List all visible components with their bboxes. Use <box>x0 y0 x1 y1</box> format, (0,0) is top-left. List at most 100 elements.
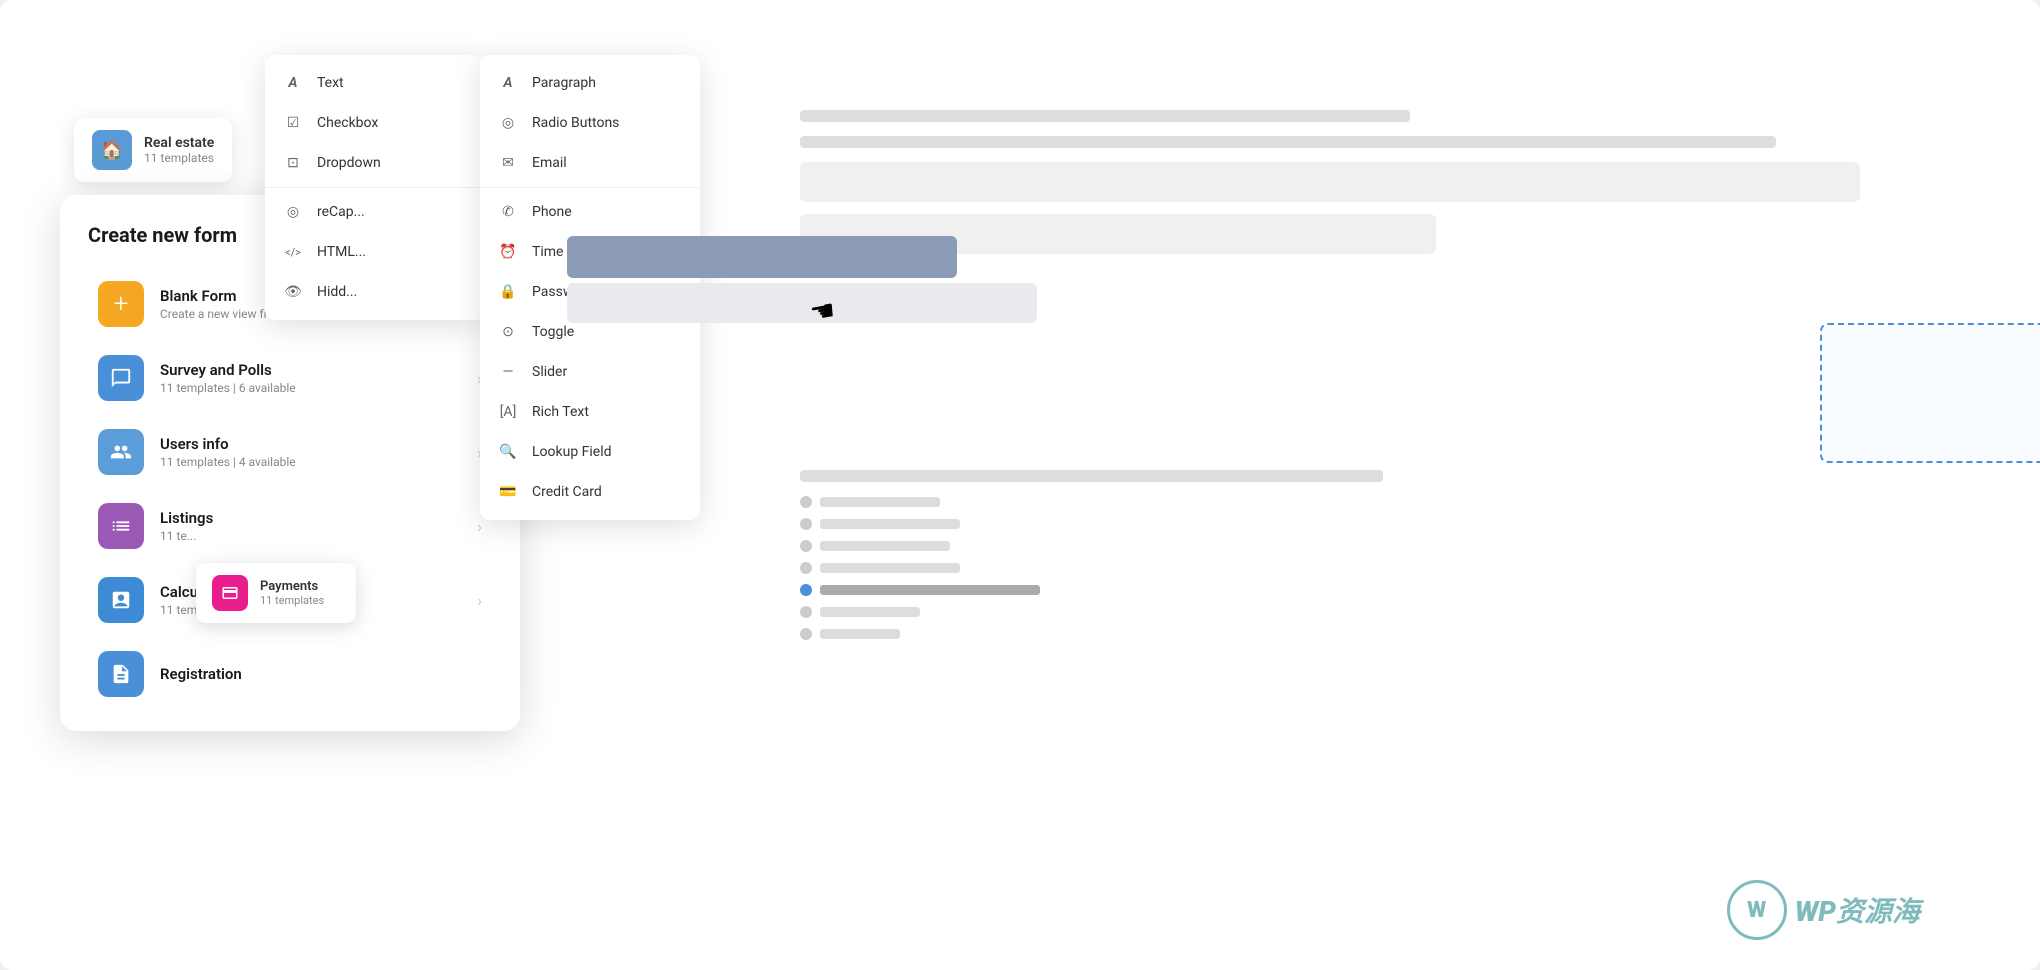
radio-dot-6 <box>800 606 812 618</box>
template-item-survey[interactable]: Survey and Polls 11 templates | 6 availa… <box>70 341 510 415</box>
dropdown-item-phone[interactable]: ✆ Phone <box>480 192 700 232</box>
radio-line-3 <box>820 541 950 551</box>
dropdown-item-hidden[interactable]: 👁 Hidd... <box>265 272 485 312</box>
registration-name: Registration <box>160 665 242 683</box>
email-icon: ✉ <box>498 153 518 173</box>
password-icon: 🔒 <box>498 282 518 302</box>
payments-icon <box>212 575 248 611</box>
users-icon <box>98 429 144 475</box>
listings-icon <box>98 503 144 549</box>
registration-icon <box>98 651 144 697</box>
payments-text: Payments 11 templates <box>260 579 324 607</box>
wp-watermark: W WP资源海 <box>1727 880 1920 940</box>
listings-arrow: › <box>477 517 482 536</box>
listings-meta: 11 te... <box>160 529 213 543</box>
creditcard-icon: 💳 <box>498 482 518 502</box>
hidden-label: Hidd... <box>317 284 357 300</box>
paragraph-icon: A <box>498 73 518 93</box>
payments-card[interactable]: Payments 11 templates <box>196 563 356 623</box>
dropdown-item-lookup[interactable]: 🔍 Lookup Field <box>480 432 700 472</box>
real-estate-icon: 🏠 <box>92 130 132 170</box>
wp-brand: WP资源海 <box>1795 890 1920 930</box>
toggle-label: Toggle <box>532 324 574 340</box>
time-icon: ⏰ <box>498 242 518 262</box>
users-meta: 11 templates | 4 available <box>160 455 296 469</box>
drop-area <box>1820 323 2040 463</box>
payments-title: Payments <box>260 579 324 594</box>
dropdown-icon: ⊡ <box>283 153 303 173</box>
template-item-listings[interactable]: Listings 11 te... › <box>70 489 510 563</box>
radio-item-5 <box>800 584 1860 596</box>
radio-dot-1 <box>800 496 812 508</box>
dropdown-item-radio[interactable]: ◎ Radio Buttons <box>480 103 700 143</box>
survey-icon <box>98 355 144 401</box>
radio-dot-2 <box>800 518 812 530</box>
divider-1 <box>265 187 485 188</box>
survey-info: Survey and Polls 11 templates | 6 availa… <box>160 361 296 395</box>
form-preview-area <box>720 90 1940 920</box>
template-item-registration[interactable]: Registration <box>70 637 510 711</box>
text-label: Text <box>317 75 344 91</box>
radio-item-3 <box>800 540 1860 552</box>
template-item-users[interactable]: Users info 11 templates | 4 available › <box>70 415 510 489</box>
dropdown-item-html[interactable]: </> HTML... <box>265 232 485 272</box>
left-dropdown-menu: A Text ☑ Checkbox ⊡ Dropdown ◎ reCap... … <box>265 55 485 320</box>
dropdown-item-paragraph[interactable]: A Paragraph <box>480 63 700 103</box>
dropdown-item-dropdown[interactable]: ⊡ Dropdown <box>265 143 485 183</box>
radio-item-4 <box>800 562 1860 574</box>
radio-line-1 <box>820 497 940 507</box>
users-name: Users info <box>160 435 296 453</box>
listings-info: Listings 11 te... <box>160 509 213 543</box>
real-estate-subtitle: 11 templates <box>144 151 214 165</box>
divider-2 <box>480 187 700 188</box>
radio-dot-active <box>800 584 812 596</box>
radio-label: Radio Buttons <box>532 115 619 131</box>
hidden-icon: 👁 <box>283 282 303 302</box>
recaptcha-icon: ◎ <box>283 202 303 222</box>
real-estate-title: Real estate <box>144 135 214 151</box>
radio-line-4 <box>820 563 960 573</box>
dropdown-item-text[interactable]: A Text <box>265 63 485 103</box>
wp-circle: W <box>1727 880 1787 940</box>
listings-name: Listings <box>160 509 213 527</box>
radio-group <box>800 470 1860 650</box>
phone-label: Phone <box>532 204 572 220</box>
blue-button-overlay <box>567 236 957 278</box>
checkbox-label: Checkbox <box>317 115 378 131</box>
dropdown-item-email[interactable]: ✉ Email <box>480 143 700 183</box>
dropdown-item-richtext[interactable]: [A] Rich Text <box>480 392 700 432</box>
radio-item-2 <box>800 518 1860 530</box>
payments-meta: 11 templates <box>260 594 324 607</box>
blank-form-icon: + <box>98 281 144 327</box>
paragraph-label: Paragraph <box>532 75 596 91</box>
real-estate-text: Real estate 11 templates <box>144 135 214 165</box>
gray-input-overlay <box>567 283 1037 323</box>
calculators-arrow: › <box>477 591 482 610</box>
dropdown-item-checkbox[interactable]: ☑ Checkbox <box>265 103 485 143</box>
slider-icon: — <box>498 362 518 382</box>
creditcard-label: Credit Card <box>532 484 602 500</box>
radio-dot-4 <box>800 562 812 574</box>
registration-info: Registration <box>160 665 242 683</box>
radio-dot-7 <box>800 628 812 640</box>
richtext-icon: [A] <box>498 402 518 422</box>
survey-meta: 11 templates | 6 available <box>160 381 296 395</box>
wp-text: WP资源海 <box>1795 890 1920 930</box>
real-estate-card[interactable]: 🏠 Real estate 11 templates <box>74 118 232 182</box>
radio-icon: ◎ <box>498 113 518 133</box>
slider-label: Slider <box>532 364 567 380</box>
lookup-label: Lookup Field <box>532 444 612 460</box>
dropdown-item-recaptcha[interactable]: ◎ reCap... <box>265 192 485 232</box>
lookup-icon: 🔍 <box>498 442 518 462</box>
cursor-hand: ☚ <box>807 293 837 330</box>
preview-bar-1 <box>800 110 1410 122</box>
recaptcha-label: reCap... <box>317 204 365 220</box>
preview-bar-2 <box>800 136 1776 148</box>
survey-name: Survey and Polls <box>160 361 296 379</box>
dropdown-item-slider[interactable]: — Slider <box>480 352 700 392</box>
radio-item-7 <box>800 628 1860 640</box>
radio-dot-3 <box>800 540 812 552</box>
html-icon: </> <box>283 242 303 262</box>
checkbox-icon: ☑ <box>283 113 303 133</box>
dropdown-item-creditcard[interactable]: 💳 Credit Card <box>480 472 700 512</box>
